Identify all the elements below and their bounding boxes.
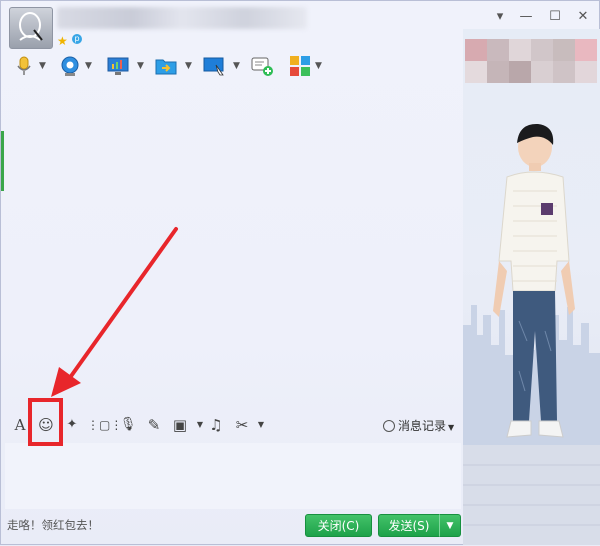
blurred-banner-row2 [465, 61, 597, 86]
chevron-down-icon[interactable]: ▼ [233, 61, 240, 71]
avatar-figure [493, 123, 575, 438]
qq-status-icon[interactable]: p [72, 34, 82, 44]
close-icon[interactable]: ✕ [574, 9, 592, 24]
contact-name-blurred [57, 7, 307, 29]
message-history-button[interactable]: 消息记录 ▼ [383, 416, 454, 436]
voice-message-icon[interactable]: 🎙 [117, 413, 139, 437]
window-menu-icon[interactable]: ▾ [491, 9, 509, 24]
edit-icon[interactable]: ✎ [143, 413, 165, 437]
chevron-down-icon[interactable]: ▼ [250, 413, 272, 437]
input-toolbar: A ☺ ✦ ⋮▢⋮ 🎙 ✎ ▣ ▼ ♫ ✂ ▼ 消息记录 ▼ [9, 413, 461, 439]
chevron-down-icon[interactable]: ▼ [85, 61, 92, 71]
left-edge-strip [1, 131, 4, 191]
message-input[interactable] [5, 443, 461, 509]
highlight-box [28, 398, 63, 446]
chevron-down-icon: ▼ [448, 423, 455, 432]
screen-cursor-icon [203, 57, 224, 76]
chevron-down-icon[interactable]: ▼ [39, 61, 46, 71]
magic-wand-icon[interactable]: ✦ [61, 413, 83, 437]
image-icon[interactable]: ▣ [169, 413, 191, 437]
webcam-icon [61, 56, 79, 76]
chevron-down-icon[interactable]: ▼ [315, 61, 322, 71]
close-button[interactable]: 关闭(C) [305, 514, 372, 537]
chevron-down-icon[interactable]: ▼ [185, 61, 192, 71]
message-history-area[interactable] [5, 85, 461, 403]
microphone-icon [17, 56, 31, 75]
apps-grid-icon [290, 56, 310, 76]
star-icon[interactable]: ★ [57, 34, 68, 48]
show-avatar-panel [463, 29, 600, 545]
send-button[interactable]: 发送(S) [378, 514, 439, 537]
minimize-icon[interactable]: — [517, 9, 535, 24]
chevron-down-icon[interactable]: ▼ [137, 61, 144, 71]
chat-window: ★ p ▾ — ☐ ✕ ▼ ▼ ▼ ▼ ▼ ▼ A ☺ ✦ ⋮▢⋮ 🎙 ✎ ▣ … [0, 0, 600, 545]
clock-icon [383, 420, 395, 432]
send-options-chevron-icon[interactable]: ▼ [439, 514, 461, 537]
maximize-icon[interactable]: ☐ [546, 9, 564, 24]
music-icon[interactable]: ♫ [205, 413, 227, 437]
folder-transfer-icon [155, 59, 177, 75]
window-shake-icon[interactable]: ⋮▢⋮ [87, 413, 122, 437]
contact-avatar[interactable] [9, 7, 53, 49]
history-label: 消息记录 [398, 419, 447, 433]
monitor-chart-icon [107, 57, 129, 75]
chat-add-icon [251, 57, 273, 76]
status-text: 走咯！领红包去！ [7, 518, 99, 532]
